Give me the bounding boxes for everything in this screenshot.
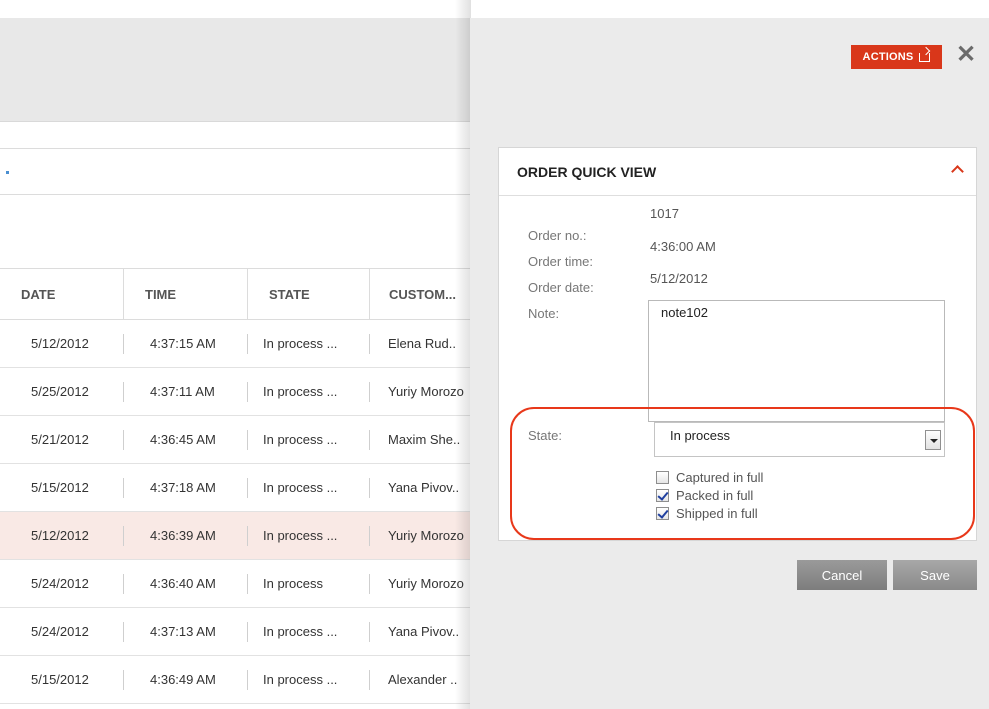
note-label: Note: xyxy=(528,306,560,321)
cell-time: 4:37:11 AM xyxy=(124,380,248,404)
table-row[interactable]: 5/25/2012 4:37:11 AM In process ... Yuriy M… xyxy=(0,368,470,416)
table-row[interactable]: 5/24/2012 4:37:13 AM In process ... Yana Pi… xyxy=(0,608,470,656)
cell-state: In process ... xyxy=(248,620,370,644)
cell-date: 5/21/2012 xyxy=(0,428,124,452)
cell-date: 5/24/2012 xyxy=(0,620,124,644)
table-row[interactable]: 5/24/2012 4:36:40 AM In process Yuriy Moroz… xyxy=(0,560,470,608)
toolbar-marker xyxy=(6,171,9,174)
column-header-time[interactable]: TIME xyxy=(124,269,248,319)
order-date-value: 5/12/2012 xyxy=(650,271,708,286)
table-row[interactable]: 5/15/2012 4:37:18 AM In process ... Yana Pi… xyxy=(0,464,470,512)
table-row[interactable]: 5/21/2012 4:36:45 AM In process ... Maxim S… xyxy=(0,416,470,464)
grid-header: DATE TIME STATE CUSTOM... xyxy=(0,268,470,320)
order-date-label: Order date: xyxy=(528,280,594,295)
orders-grid: DATE TIME STATE CUSTOM... 5/12/2012 4:37:… xyxy=(0,268,470,704)
table-row[interactable]: 5/15/2012 4:36:49 AM In process ... Alexand… xyxy=(0,656,470,704)
card-title: ORDER QUICK VIEW xyxy=(517,163,657,180)
list-toolbar xyxy=(0,148,470,195)
cell-time: 4:37:13 AM xyxy=(124,620,248,644)
card-header[interactable]: ORDER QUICK VIEW xyxy=(499,148,976,196)
cell-state: In process ... xyxy=(248,332,370,356)
cell-date: 5/15/2012 xyxy=(0,476,124,500)
order-time-value: 4:36:00 AM xyxy=(650,239,716,254)
cell-state: In process ... xyxy=(248,428,370,452)
order-no-value: 1017 xyxy=(650,206,679,221)
table-row[interactable]: 5/12/2012 4:37:15 AM In process ... Elena R… xyxy=(0,320,470,368)
cell-date: 5/24/2012 xyxy=(0,572,124,596)
top-strip xyxy=(0,0,989,18)
cell-time: 4:36:39 AM xyxy=(124,524,248,548)
state-highlight-annotation xyxy=(510,407,975,540)
cell-time: 4:36:45 AM xyxy=(124,428,248,452)
cell-state: In process ... xyxy=(248,476,370,500)
page-header xyxy=(0,18,470,122)
cell-time: 4:36:49 AM xyxy=(124,668,248,692)
cell-state: In process xyxy=(248,572,370,596)
actions-button[interactable]: ACTIONS xyxy=(851,45,942,69)
actions-button-label: ACTIONS xyxy=(862,51,914,63)
grid-body: 5/12/2012 4:37:15 AM In process ... Elena R… xyxy=(0,320,470,704)
actions-icon xyxy=(919,52,931,62)
cell-state: In process ... xyxy=(248,380,370,404)
collapse-icon[interactable] xyxy=(952,164,962,174)
cell-date: 5/12/2012 xyxy=(0,332,124,356)
order-time-label: Order time: xyxy=(528,254,594,269)
cell-state: In process ... xyxy=(248,524,370,548)
save-button[interactable]: Save xyxy=(893,560,977,590)
panel-shadow xyxy=(455,0,471,709)
column-header-date[interactable]: DATE xyxy=(0,269,124,319)
cell-time: 4:36:40 AM xyxy=(124,572,248,596)
column-header-state[interactable]: STATE xyxy=(248,269,370,319)
cell-time: 4:37:15 AM xyxy=(124,332,248,356)
close-icon[interactable]: ✕ xyxy=(954,43,978,68)
cell-time: 4:37:18 AM xyxy=(124,476,248,500)
cell-date: 5/12/2012 xyxy=(0,524,124,548)
cancel-button[interactable]: Cancel xyxy=(797,560,887,590)
note-textarea[interactable]: note102 xyxy=(648,300,945,422)
order-no-label: Order no.: xyxy=(528,228,587,243)
table-row[interactable]: 5/12/2012 4:36:39 AM In process ... Yuriy M… xyxy=(0,512,470,560)
cell-date: 5/15/2012 xyxy=(0,668,124,692)
cell-date: 5/25/2012 xyxy=(0,380,124,404)
cell-state: In process ... xyxy=(248,668,370,692)
